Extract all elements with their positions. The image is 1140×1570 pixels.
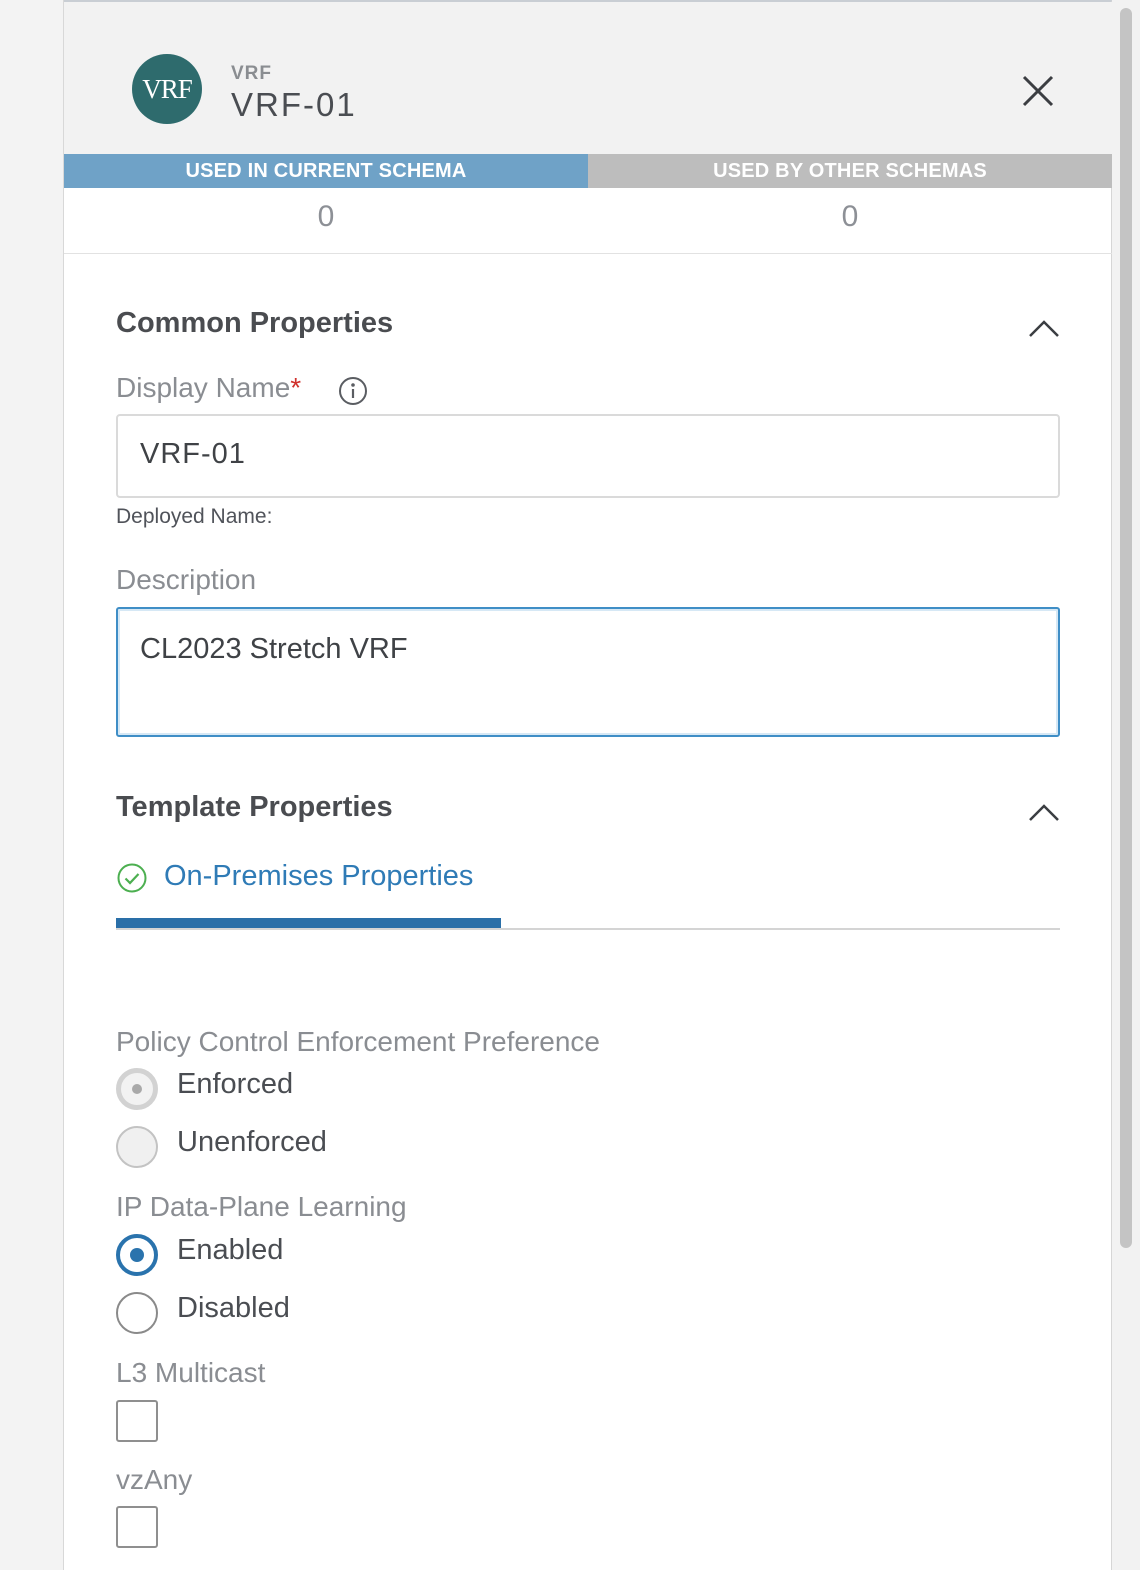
panel-header: VRF VRF VRF-01: [64, 2, 1112, 154]
template-properties-title: Template Properties: [116, 791, 393, 823]
l3-multicast-label: L3 Multicast: [116, 1357, 266, 1388]
info-icon[interactable]: [338, 376, 368, 406]
ip-learning-disabled-option[interactable]: Disabled: [116, 1292, 716, 1336]
deployed-name-label: Deployed Name:: [116, 505, 273, 528]
used-in-current-schema-tab[interactable]: USED IN CURRENT SCHEMA: [64, 154, 588, 188]
vrf-properties-panel: VRF VRF VRF-01 USED IN CURRENT SCHEMA US…: [64, 0, 1112, 1570]
avatar-text: VRF: [142, 73, 193, 104]
enabled-radio[interactable]: [116, 1234, 158, 1276]
close-button[interactable]: [1016, 72, 1060, 112]
vertical-scrollbar[interactable]: [1118, 0, 1134, 1260]
enforced-radio[interactable]: [116, 1068, 158, 1110]
display-name-label-text: Display Name: [116, 372, 291, 403]
close-icon: [1022, 75, 1054, 107]
scrollbar-thumb[interactable]: [1120, 8, 1132, 1248]
chevron-up-icon: [1029, 320, 1059, 337]
info-circle-icon: [339, 377, 367, 405]
active-tab-indicator: [116, 918, 501, 928]
schema-usage-counts: 0 0: [64, 188, 1112, 254]
used-by-other-schemas-tab[interactable]: USED BY OTHER SCHEMAS: [588, 154, 1112, 188]
left-background: [0, 0, 64, 1570]
required-indicator: *: [290, 372, 302, 403]
vzany-checkbox[interactable]: [116, 1506, 158, 1548]
display-name-input[interactable]: VRF-01: [116, 414, 1060, 498]
vrf-avatar: VRF: [132, 54, 202, 124]
policy-enforcement-label: Policy Control Enforcement Preference: [116, 1026, 600, 1057]
description-label: Description: [116, 564, 257, 595]
enforced-label: Enforced: [177, 1068, 294, 1100]
tab-divider: [116, 928, 1060, 930]
object-type-label: VRF: [231, 63, 272, 84]
tab-on-premises-label: On-Premises Properties: [164, 860, 474, 892]
enabled-label: Enabled: [177, 1234, 284, 1266]
policy-unenforced-option[interactable]: Unenforced: [116, 1126, 716, 1170]
check-circle-icon: [117, 863, 147, 893]
object-name-title: VRF-01: [231, 86, 357, 123]
unenforced-label: Unenforced: [177, 1126, 327, 1158]
vzany-label: vzAny: [116, 1464, 193, 1495]
common-properties-collapse-button[interactable]: [1026, 316, 1062, 340]
disabled-radio[interactable]: [116, 1292, 158, 1334]
schema-usage-bar: USED IN CURRENT SCHEMA USED BY OTHER SCH…: [64, 154, 1112, 188]
ip-learning-enabled-option[interactable]: Enabled: [116, 1234, 716, 1278]
ip-data-plane-learning-label: IP Data-Plane Learning: [116, 1191, 407, 1222]
chevron-up-icon: [1029, 804, 1059, 821]
description-textarea[interactable]: CL2023 Stretch VRF: [116, 607, 1060, 737]
current-schema-count: 0: [317, 200, 335, 233]
policy-enforced-option[interactable]: Enforced: [116, 1068, 716, 1112]
common-properties-title: Common Properties: [116, 307, 394, 339]
disabled-label: Disabled: [177, 1292, 290, 1324]
display-name-label: Display Name*: [116, 372, 301, 404]
other-schemas-count: 0: [841, 200, 859, 233]
unenforced-radio[interactable]: [116, 1126, 158, 1168]
l3-multicast-checkbox[interactable]: [116, 1400, 158, 1442]
template-properties-collapse-button[interactable]: [1026, 800, 1062, 824]
